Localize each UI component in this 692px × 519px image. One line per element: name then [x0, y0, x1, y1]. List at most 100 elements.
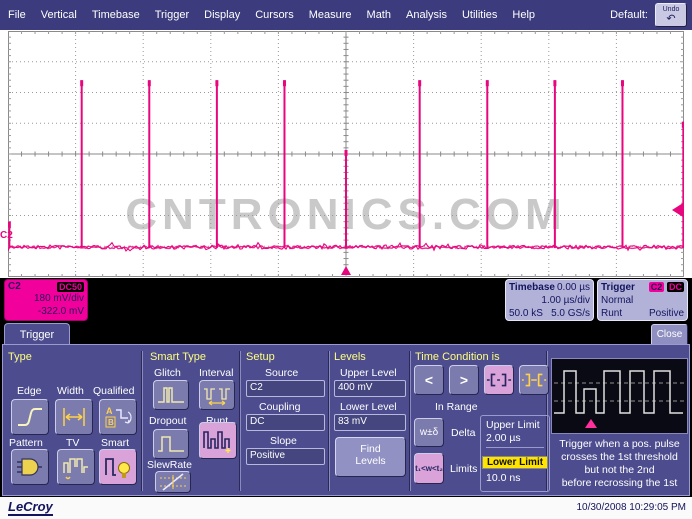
tv-icon: [61, 453, 91, 481]
undo-icon: ↶: [656, 14, 686, 24]
find-levels-line1: Find: [336, 443, 405, 455]
dropout-button[interactable]: [153, 429, 189, 459]
timebase-descriptor[interactable]: Timebase 0.00 µs 1.00 µs/div 50.0 kS 5.0…: [505, 279, 594, 321]
delta-label: Delta: [451, 427, 476, 439]
separator: [239, 351, 241, 491]
runt-button[interactable]: [199, 422, 237, 459]
type-section-label: Type: [8, 351, 32, 363]
trigger-label: Trigger: [601, 281, 635, 294]
tv-label: TV: [66, 437, 79, 449]
preview-trigger-marker: [585, 419, 597, 428]
qualified-label: Qualified: [93, 385, 134, 397]
svg-text:B: B: [108, 418, 114, 427]
menu-item-timebase[interactable]: Timebase: [92, 9, 140, 21]
trigger-level-marker: [672, 203, 683, 217]
separator: [141, 351, 143, 491]
interval-label: Interval: [199, 367, 233, 379]
menu-item-analysis[interactable]: Analysis: [406, 9, 447, 21]
timebase-samples: 50.0 kS: [509, 307, 543, 320]
close-button[interactable]: Close: [651, 324, 688, 345]
slewrate-icon: [158, 473, 188, 491]
pattern-button[interactable]: [11, 449, 49, 485]
interval-icon: [202, 383, 232, 407]
default-label[interactable]: Default:: [610, 0, 648, 30]
menu-item-utilities[interactable]: Utilities: [462, 9, 497, 21]
trigger-slope: Positive: [649, 307, 684, 320]
setup-section-label: Setup: [246, 351, 275, 363]
less-than-button[interactable]: <: [414, 365, 444, 395]
undo-button[interactable]: Undo ↶: [655, 3, 687, 27]
out-of-range-button[interactable]: [519, 365, 549, 395]
source-label: Source: [265, 367, 298, 379]
edge-button[interactable]: [11, 399, 49, 435]
channel-offset: -322.0 mV: [8, 305, 84, 318]
menu-item-vertical[interactable]: Vertical: [41, 9, 77, 21]
trigger-type: Runt: [601, 307, 622, 320]
qualified-button[interactable]: A B: [99, 399, 137, 435]
dropout-icon: [156, 432, 186, 456]
description-line: crosses the 1st threshold: [549, 451, 690, 464]
trigger-preview: [551, 358, 688, 434]
description-line: Trigger when a pos. pulse: [549, 438, 690, 451]
limits-button[interactable]: t₁<w<t₂: [414, 453, 444, 484]
channel-c2-descriptor[interactable]: C2 DC50 180 mV/div -322.0 mV: [4, 279, 88, 321]
tab-trigger[interactable]: Trigger: [4, 323, 70, 346]
waveform-display: CNTRONICS.COM C2: [0, 30, 692, 278]
edge-label: Edge: [17, 385, 42, 397]
coupling-field[interactable]: DC: [246, 414, 325, 431]
limits-box: Upper Limit 2.00 µs Lower Limit 10.0 ns: [480, 415, 550, 492]
timebase-scale: 1.00 µs/div: [541, 294, 590, 307]
source-field[interactable]: C2: [246, 380, 325, 397]
menu-item-help[interactable]: Help: [512, 9, 535, 21]
menu-item-trigger[interactable]: Trigger: [155, 9, 189, 21]
in-range-button[interactable]: [484, 365, 514, 395]
menu-item-cursors[interactable]: Cursors: [255, 9, 294, 21]
trigger-coupling-badge: DC: [667, 282, 684, 292]
in-range-label: In Range: [435, 401, 478, 413]
upper-limit-label: Upper Limit: [486, 419, 554, 431]
pattern-label: Pattern: [9, 437, 43, 449]
width-button[interactable]: [55, 399, 93, 435]
trigger-mode: Normal: [601, 294, 633, 307]
menu-bar: File Vertical Timebase Trigger Display Cursor…: [0, 0, 692, 30]
glitch-button[interactable]: [153, 380, 189, 410]
status-bar: LeCroy 10/30/2008 10:29:05 PM: [0, 497, 692, 519]
description-line: before recrossing the 1st: [549, 477, 690, 490]
separator: [328, 351, 330, 491]
find-levels-button[interactable]: Find Levels: [335, 437, 406, 477]
upper-limit-value[interactable]: 2.00 µs: [486, 432, 544, 448]
limits-label: Limits: [450, 463, 477, 475]
upper-level-label: Upper Level: [340, 367, 397, 379]
upper-level-field[interactable]: 400 mV: [334, 380, 406, 397]
greater-than-button[interactable]: >: [449, 365, 479, 395]
levels-section-label: Levels: [334, 351, 366, 363]
interval-button[interactable]: [199, 380, 235, 410]
pattern-icon: [15, 453, 45, 481]
trigger-dialog: Type Edge Width Qualified A B Pattern TV…: [2, 344, 690, 496]
menu-item-measure[interactable]: Measure: [309, 9, 352, 21]
tv-button[interactable]: [57, 449, 95, 485]
smart-button[interactable]: [99, 449, 137, 485]
slewrate-label: SlewRate: [147, 459, 192, 471]
oscilloscope-screen: File Vertical Timebase Trigger Display Cursor…: [0, 0, 692, 519]
timestamp: 10/30/2008 10:29:05 PM: [576, 502, 686, 513]
timebase-delay: 0.00 µs: [557, 281, 590, 294]
svg-text:A: A: [106, 406, 113, 416]
lower-level-field[interactable]: 83 mV: [334, 414, 406, 431]
coupling-label: Coupling: [259, 401, 300, 413]
undo-label: Undo: [663, 6, 680, 13]
description-line: but not the 2nd: [549, 464, 690, 477]
slewrate-button[interactable]: [155, 471, 191, 493]
menu-item-math[interactable]: Math: [367, 9, 391, 21]
lower-limit-value[interactable]: 10.0 ns: [486, 472, 554, 484]
lower-limit-label[interactable]: Lower Limit: [482, 456, 548, 469]
trigger-descriptor[interactable]: Trigger C2 DC Normal Runt Positive: [597, 279, 688, 321]
waveform-grid: [8, 31, 684, 277]
qualified-icon: A B: [103, 403, 133, 431]
delta-button[interactable]: w±δ: [414, 418, 444, 447]
slope-field[interactable]: Positive: [246, 448, 325, 465]
menu-item-display[interactable]: Display: [204, 9, 240, 21]
channel-scale: 180 mV/div: [8, 292, 84, 305]
menu-item-file[interactable]: File: [8, 9, 26, 21]
timebase-rate: 5.0 GS/s: [551, 307, 590, 320]
